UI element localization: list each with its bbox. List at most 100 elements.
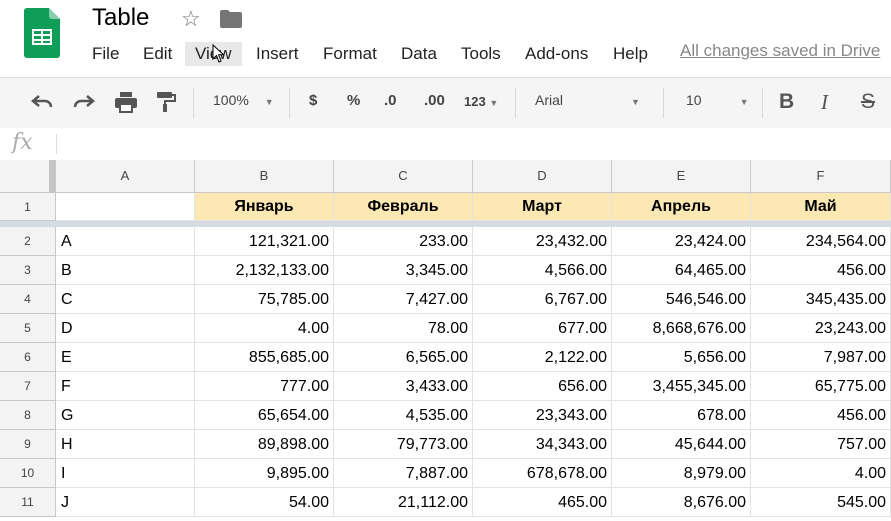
value-cell[interactable]: 3,345.00 (334, 256, 473, 285)
menu-help[interactable]: Help (609, 42, 652, 66)
font-select[interactable]: Arial ▼ (535, 92, 640, 108)
value-cell[interactable]: 777.00 (195, 372, 334, 401)
cell[interactable] (56, 193, 195, 221)
value-cell[interactable]: 64,465.00 (612, 256, 751, 285)
row-header[interactable]: 10 (0, 459, 56, 488)
header-cell[interactable]: Май (751, 193, 891, 221)
value-cell[interactable]: 79,773.00 (334, 430, 473, 459)
label-cell[interactable]: E (56, 343, 195, 372)
redo-icon[interactable] (72, 90, 96, 116)
value-cell[interactable]: 456.00 (751, 256, 891, 285)
save-status-link[interactable]: All changes saved in Drive (680, 41, 880, 61)
label-cell[interactable]: C (56, 285, 195, 314)
value-cell[interactable]: 678,678.00 (473, 459, 612, 488)
row-header[interactable]: 9 (0, 430, 56, 459)
value-cell[interactable]: 23,343.00 (473, 401, 612, 430)
label-cell[interactable]: G (56, 401, 195, 430)
bold-button[interactable]: B (779, 90, 794, 114)
value-cell[interactable]: 8,676.00 (612, 488, 751, 517)
value-cell[interactable]: 8,668,676.00 (612, 314, 751, 343)
value-cell[interactable]: 678.00 (612, 401, 751, 430)
menu-insert[interactable]: Insert (252, 42, 303, 66)
value-cell[interactable]: 757.00 (751, 430, 891, 459)
value-cell[interactable]: 465.00 (473, 488, 612, 517)
value-cell[interactable]: 677.00 (473, 314, 612, 343)
row-header[interactable]: 4 (0, 285, 56, 314)
column-header-b[interactable]: B (195, 160, 334, 193)
value-cell[interactable]: 6,767.00 (473, 285, 612, 314)
value-cell[interactable]: 4,535.00 (334, 401, 473, 430)
row-header[interactable]: 5 (0, 314, 56, 343)
value-cell[interactable]: 54.00 (195, 488, 334, 517)
menu-addons[interactable]: Add-ons (521, 42, 592, 66)
value-cell[interactable]: 456.00 (751, 401, 891, 430)
header-cell[interactable]: Февраль (334, 193, 473, 221)
value-cell[interactable]: 34,343.00 (473, 430, 612, 459)
row-header[interactable]: 2 (0, 227, 56, 256)
more-formats-button[interactable]: 123 ▼ (464, 94, 498, 109)
label-cell[interactable]: H (56, 430, 195, 459)
italic-button[interactable]: I (821, 90, 828, 115)
label-cell[interactable]: F (56, 372, 195, 401)
menu-format[interactable]: Format (319, 42, 381, 66)
value-cell[interactable]: 7,987.00 (751, 343, 891, 372)
value-cell[interactable]: 121,321.00 (195, 227, 334, 256)
menu-data[interactable]: Data (397, 42, 441, 66)
increase-decimal-button[interactable]: .00 (424, 92, 445, 109)
column-header-f[interactable]: F (751, 160, 891, 193)
select-all-corner[interactable] (0, 160, 56, 193)
value-cell[interactable]: 5,656.00 (612, 343, 751, 372)
row-header[interactable]: 1 (0, 193, 56, 221)
value-cell[interactable]: 23,243.00 (751, 314, 891, 343)
value-cell[interactable]: 23,432.00 (473, 227, 612, 256)
value-cell[interactable]: 65,654.00 (195, 401, 334, 430)
value-cell[interactable]: 234,564.00 (751, 227, 891, 256)
value-cell[interactable]: 233.00 (334, 227, 473, 256)
sheets-logo-icon[interactable] (24, 8, 60, 58)
row-header[interactable]: 3 (0, 256, 56, 285)
undo-icon[interactable] (30, 90, 54, 116)
decrease-decimal-button[interactable]: .0 (384, 92, 397, 109)
label-cell[interactable]: D (56, 314, 195, 343)
star-icon[interactable]: ☆ (181, 6, 201, 32)
header-cell[interactable]: Март (473, 193, 612, 221)
value-cell[interactable]: 3,455,345.00 (612, 372, 751, 401)
label-cell[interactable]: A (56, 227, 195, 256)
font-size-select[interactable]: 10 ▼ (686, 92, 749, 108)
row-header[interactable]: 11 (0, 488, 56, 517)
column-header-e[interactable]: E (612, 160, 751, 193)
row-header[interactable]: 7 (0, 372, 56, 401)
folder-icon[interactable] (220, 10, 242, 28)
value-cell[interactable]: 2,132,133.00 (195, 256, 334, 285)
menu-tools[interactable]: Tools (457, 42, 505, 66)
value-cell[interactable]: 345,435.00 (751, 285, 891, 314)
value-cell[interactable]: 75,785.00 (195, 285, 334, 314)
paint-format-icon[interactable] (156, 91, 176, 117)
value-cell[interactable]: 6,565.00 (334, 343, 473, 372)
menu-edit[interactable]: Edit (139, 42, 176, 66)
currency-format-button[interactable]: $ (309, 92, 317, 109)
print-icon[interactable] (114, 91, 138, 117)
value-cell[interactable]: 78.00 (334, 314, 473, 343)
row-header[interactable]: 8 (0, 401, 56, 430)
value-cell[interactable]: 4.00 (751, 459, 891, 488)
menu-file[interactable]: File (88, 42, 123, 66)
value-cell[interactable]: 545.00 (751, 488, 891, 517)
value-cell[interactable]: 65,775.00 (751, 372, 891, 401)
value-cell[interactable]: 7,887.00 (334, 459, 473, 488)
zoom-select[interactable]: 100% ▼ (213, 92, 274, 108)
label-cell[interactable]: I (56, 459, 195, 488)
value-cell[interactable]: 546,546.00 (612, 285, 751, 314)
value-cell[interactable]: 855,685.00 (195, 343, 334, 372)
formula-input[interactable] (58, 128, 891, 160)
value-cell[interactable]: 656.00 (473, 372, 612, 401)
value-cell[interactable]: 7,427.00 (334, 285, 473, 314)
value-cell[interactable]: 8,979.00 (612, 459, 751, 488)
label-cell[interactable]: B (56, 256, 195, 285)
value-cell[interactable]: 21,112.00 (334, 488, 473, 517)
value-cell[interactable]: 2,122.00 (473, 343, 612, 372)
value-cell[interactable]: 4.00 (195, 314, 334, 343)
value-cell[interactable]: 89,898.00 (195, 430, 334, 459)
value-cell[interactable]: 23,424.00 (612, 227, 751, 256)
document-title[interactable]: Table (92, 4, 149, 32)
